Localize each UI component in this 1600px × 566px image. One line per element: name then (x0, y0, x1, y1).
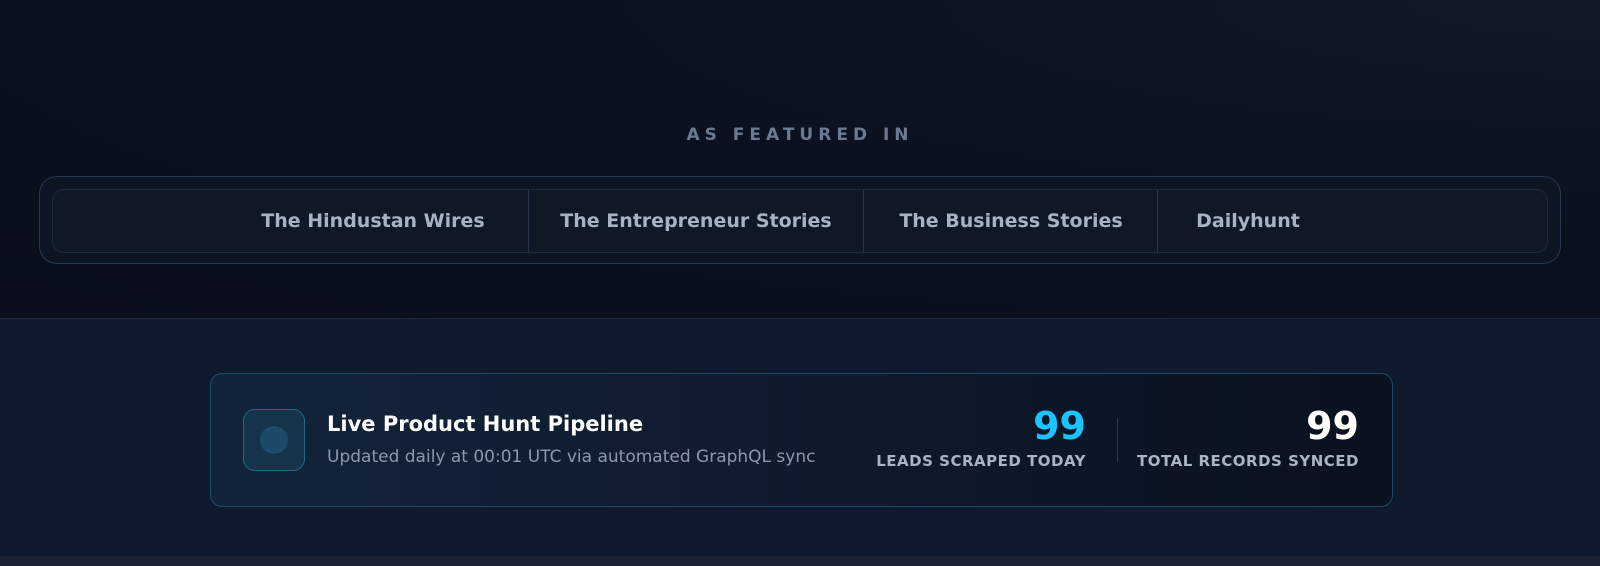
stat-divider (1117, 418, 1118, 462)
page: AS FEATURED IN The Hindustan Wires The E… (0, 0, 1600, 566)
pipeline-title: Live Product Hunt Pipeline (327, 412, 644, 436)
stat-label: TOTAL RECORDS SYNCED (1137, 452, 1359, 470)
live-status-dot-icon (260, 426, 288, 454)
stat-total-records-synced: 99 TOTAL RECORDS SYNCED (1137, 404, 1359, 470)
bottom-bar (0, 556, 1600, 566)
pipeline-status-card: Live Product Hunt Pipeline Updated daily… (210, 373, 1393, 507)
pipeline-subtitle: Updated daily at 00:01 UTC via automated… (327, 447, 816, 467)
featured-logos-inner: The Hindustan Wires The Entrepreneur Sto… (52, 189, 1548, 253)
live-status-indicator (243, 409, 305, 471)
featured-section: AS FEATURED IN The Hindustan Wires The E… (0, 0, 1600, 318)
outlet-the-business-stories: The Business Stories (899, 210, 1123, 232)
pipeline-section: Live Product Hunt Pipeline Updated daily… (0, 318, 1600, 566)
stat-leads-scraped-today: 99 LEADS SCRAPED TODAY (876, 404, 1086, 470)
stat-value: 99 (1306, 404, 1359, 448)
stat-label: LEADS SCRAPED TODAY (876, 452, 1086, 470)
outlet-the-hindustan-wires: The Hindustan Wires (261, 210, 485, 232)
featured-heading: AS FEATURED IN (686, 125, 914, 145)
outlet-the-entrepreneur-stories: The Entrepreneur Stories (560, 210, 832, 232)
featured-logos-strip: The Hindustan Wires The Entrepreneur Sto… (39, 176, 1561, 264)
outlet-dailyhunt: Dailyhunt (1196, 210, 1300, 232)
stat-value: 99 (1033, 404, 1086, 448)
